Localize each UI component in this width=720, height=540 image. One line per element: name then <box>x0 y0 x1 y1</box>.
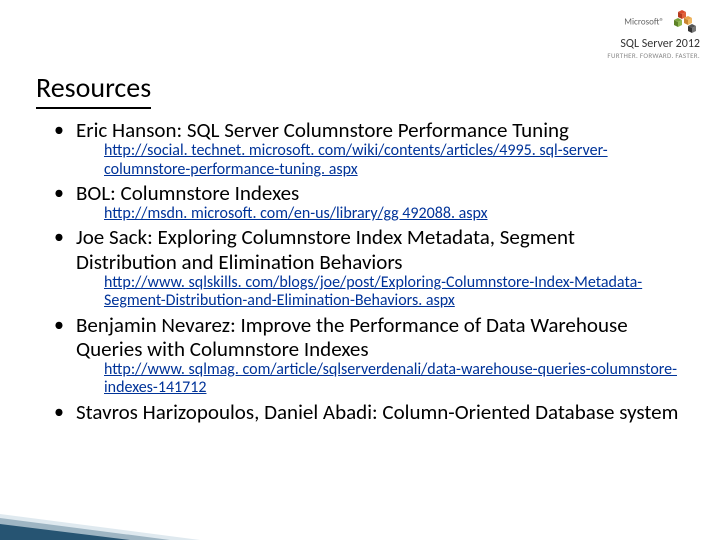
brand-tagline: FURTHER. FORWARD. FASTER. <box>607 51 700 60</box>
item-link[interactable]: http://social. technet. microsoft. com/w… <box>104 142 680 179</box>
item-title: Benjamin Nevarez: Improve the Performanc… <box>76 313 680 361</box>
item-link[interactable]: http://msdn. microsoft. com/en-us/librar… <box>104 205 680 223</box>
brand-prefix: Microsoft® <box>624 17 664 28</box>
item-title: Eric Hanson: SQL Server Columnstore Perf… <box>76 118 680 142</box>
brand-name: SQL Server 2012 <box>607 37 700 51</box>
list-item: Joe Sack: Exploring Columnstore Index Me… <box>48 225 680 310</box>
list-item: Eric Hanson: SQL Server Columnstore Perf… <box>48 118 680 179</box>
corner-accent-icon <box>0 514 200 540</box>
item-link[interactable]: http://www. sqlmag. com/article/sqlserve… <box>104 361 680 398</box>
cubes-icon <box>670 8 700 37</box>
item-title: Joe Sack: Exploring Columnstore Index Me… <box>76 225 680 273</box>
item-title: Stavros Harizopoulos, Daniel Abadi: Colu… <box>76 400 680 424</box>
page-title: Resources <box>36 70 151 109</box>
resource-list: Eric Hanson: SQL Server Columnstore Perf… <box>48 118 680 426</box>
list-item: BOL: Columnstore Indexes http://msdn. mi… <box>48 181 680 224</box>
item-link[interactable]: http://www. sqlskills. com/blogs/joe/pos… <box>104 274 680 311</box>
list-item: Stavros Harizopoulos, Daniel Abadi: Colu… <box>48 400 680 424</box>
brand-logo-area: Microsoft® SQL Server <box>607 8 700 60</box>
item-title: BOL: Columnstore Indexes <box>76 181 680 205</box>
list-item: Benjamin Nevarez: Improve the Performanc… <box>48 313 680 398</box>
